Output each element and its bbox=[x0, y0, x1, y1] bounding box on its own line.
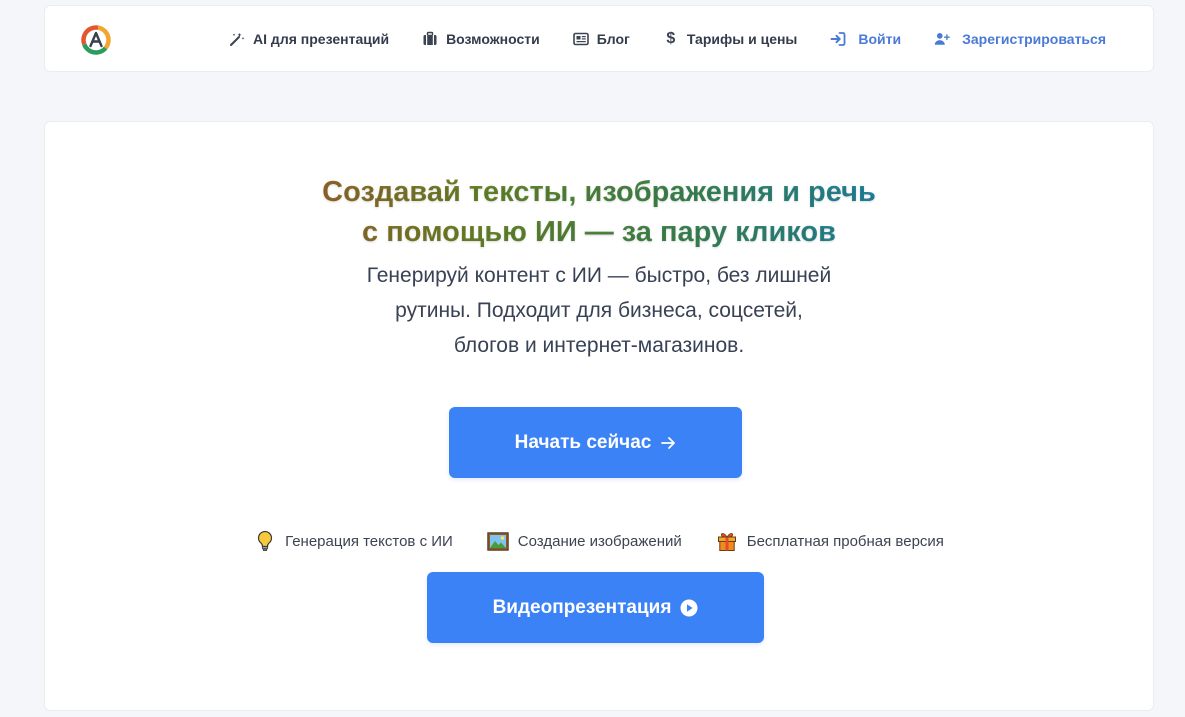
start-now-button[interactable]: Начать сейчас bbox=[449, 407, 742, 478]
lightbulb-icon bbox=[254, 530, 276, 552]
hero-card: Создавай тексты, изображения и речь с по… bbox=[44, 121, 1154, 711]
start-now-label: Начать сейчас bbox=[514, 431, 652, 453]
feature-label: Бесплатная пробная версия bbox=[746, 532, 944, 550]
register-link[interactable]: Зарегистрироваться bbox=[934, 31, 1106, 47]
feature-item: Бесплатная пробная версия bbox=[716, 530, 944, 552]
login-label: Войти bbox=[858, 30, 902, 47]
hero-subtitle: Генерируй контент с ИИ — быстро, без лиш… bbox=[45, 258, 1153, 363]
dollar-icon: $ bbox=[666, 29, 676, 47]
newspaper-icon bbox=[572, 31, 589, 47]
nav-item-features[interactable]: Возможности bbox=[422, 31, 540, 47]
picture-icon bbox=[487, 530, 509, 552]
logo[interactable] bbox=[80, 24, 112, 56]
nav-item-ai-presentations[interactable]: AI для презентаций bbox=[229, 31, 389, 47]
headline-line-1: Создавай тексты, изображения и речь bbox=[45, 172, 1153, 212]
nav-item-label: Возможности bbox=[446, 30, 540, 47]
top-navbar: AI для презентаций Возможности Блог $ Та… bbox=[44, 5, 1154, 72]
logo-icon bbox=[81, 25, 111, 55]
nav-item-label: Блог bbox=[596, 30, 630, 47]
feature-label: Генерация текстов с ИИ bbox=[285, 532, 453, 550]
subtitle-line-1: Генерируй контент с ИИ — быстро, без лиш… bbox=[366, 264, 832, 287]
headline-line-2: с помощью ИИ — за пару кликов bbox=[45, 212, 1153, 252]
video-presentation-button[interactable]: Видеопрезентация bbox=[427, 572, 764, 643]
nav-links: AI для презентаций Возможности Блог $ Та… bbox=[196, 6, 1106, 71]
feature-item: Генерация текстов с ИИ bbox=[254, 530, 453, 552]
play-circle-icon bbox=[680, 599, 698, 617]
arrow-right-icon bbox=[660, 435, 676, 451]
magic-wand-icon bbox=[229, 31, 245, 47]
user-plus-icon bbox=[934, 31, 950, 47]
register-label: Зарегистрироваться bbox=[962, 30, 1106, 47]
nav-item-pricing[interactable]: $ Тарифы и цены bbox=[663, 29, 798, 47]
gift-icon bbox=[716, 530, 738, 552]
feature-list: Генерация текстов с ИИ Создание изображе… bbox=[45, 530, 1153, 552]
subtitle-line-2: рутины. Подходит для бизнеса, соцсетей, bbox=[395, 299, 803, 322]
feature-item: Создание изображений bbox=[487, 530, 682, 552]
hero-headline: Создавай тексты, изображения и речь с по… bbox=[45, 172, 1153, 252]
nav-item-label: Тарифы и цены bbox=[686, 30, 798, 47]
video-presentation-label: Видеопрезентация bbox=[492, 596, 672, 618]
subtitle-line-3: блогов и интернет-магазинов. bbox=[453, 334, 745, 357]
sign-in-icon bbox=[830, 31, 846, 47]
feature-label: Создание изображений bbox=[517, 532, 682, 550]
login-link[interactable]: Войти bbox=[830, 31, 901, 47]
nav-item-label: AI для презентаций bbox=[253, 30, 390, 47]
briefcase-icon bbox=[422, 31, 438, 47]
nav-item-blog[interactable]: Блог bbox=[572, 30, 630, 47]
